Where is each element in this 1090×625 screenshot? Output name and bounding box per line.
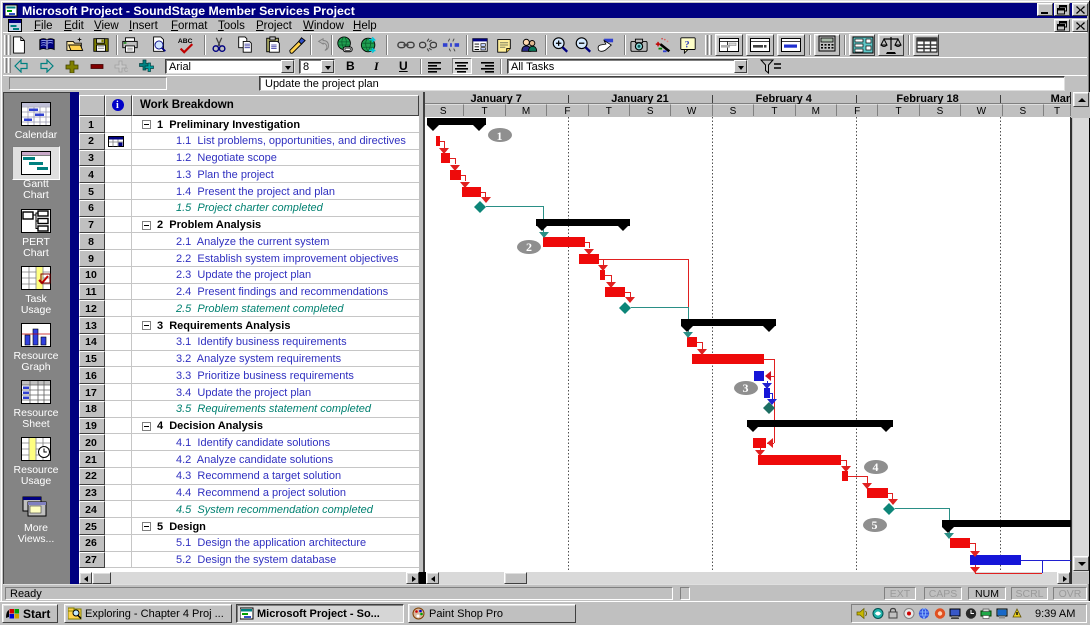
svg-text:?: ? [685, 39, 690, 50]
svg-text:ABC: ABC [178, 38, 193, 45]
svg-text:c: c [124, 65, 128, 73]
